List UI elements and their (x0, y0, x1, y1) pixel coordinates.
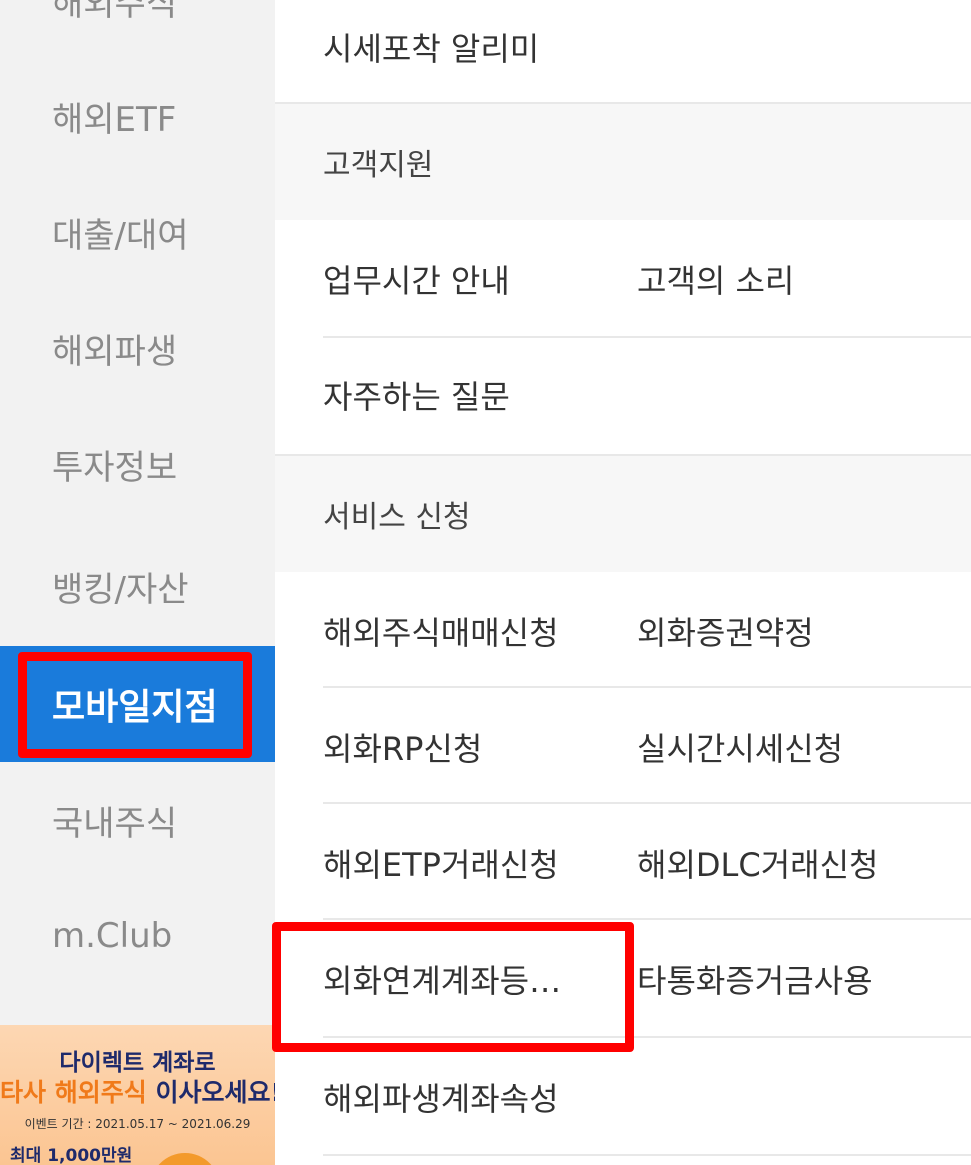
banner-prize: 최대 1,000만원 (10, 1146, 133, 1165)
sidebar-item-overseas-derivatives[interactable]: 해외파생 (0, 290, 275, 406)
sidebar-item-overseas-etf[interactable]: 해외ETF (0, 58, 275, 174)
menu-panel: 시세포착 알리미 고객지원 업무시간 안내 고객의 소리 자주하는 질문 서비스… (275, 0, 971, 1165)
banner-subheadline: 타사 해외주식 이사오세요! (0, 1073, 275, 1109)
menu-row: 해외파생계좌속성 (275, 1038, 971, 1154)
menu-item-overseas-dlc[interactable]: 해외DLC거래신청 (637, 840, 878, 886)
sidebar-item-label: 투자정보 (52, 447, 178, 488)
menu-row: 외화RP신청 실시간시세신청 (275, 688, 971, 804)
banner-headline: 다이렉트 계좌로 (59, 1050, 216, 1076)
banner-highlight: 타사 해외주식 (0, 1078, 147, 1107)
sidebar-item-loan-lending[interactable]: 대출/대여 (0, 174, 275, 290)
menu-row: 해외주식매매신청 외화증권약정 (275, 572, 971, 688)
sidebar-item-overseas-stocks[interactable]: 해외주식 (0, 0, 275, 58)
banner-cta-text: 이사오세요! (155, 1078, 275, 1107)
menu-item-fx-rp[interactable]: 외화RP신청 (323, 724, 482, 770)
coin-icon (150, 1153, 220, 1165)
menu-item-price-alert[interactable]: 시세포착 알리미 (323, 24, 539, 70)
sidebar-item-label: 해외ETF (52, 99, 177, 140)
section-title: 서비스 신청 (323, 500, 471, 535)
section-header-support: 고객지원 (275, 104, 971, 220)
menu-row: 업무시간 안내 고객의 소리 (275, 220, 971, 336)
menu-item-other-currency-margin[interactable]: 타통화증거금사용 (637, 956, 873, 1002)
promo-banner[interactable]: 다이렉트 계좌로 타사 해외주식 이사오세요! 이벤트 기간 : 2021.05… (0, 1025, 275, 1165)
sidebar-item-label: 해외파생 (52, 331, 178, 372)
section-header-service: 서비스 신청 (275, 456, 971, 572)
sidebar-item-banking-assets[interactable]: 뱅킹/자산 (0, 528, 275, 644)
menu-item-overseas-stock-trading[interactable]: 해외주식매매신청 (323, 608, 559, 654)
menu-row: 외화연계계좌등… 타통화증거금사용 (275, 920, 971, 1036)
sidebar-item-mclub[interactable]: m.Club (0, 878, 275, 994)
divider (323, 1154, 971, 1156)
banner-period: 이벤트 기간 : 2021.05.17 ~ 2021.06.29 (24, 1117, 251, 1131)
menu-item-business-hours[interactable]: 업무시간 안내 (323, 256, 510, 302)
sidebar: 해외주식 해외ETF 대출/대여 해외파생 투자정보 뱅킹/자산 모바일지점 국… (0, 0, 275, 1165)
section-title: 고객지원 (323, 148, 434, 183)
sidebar-item-label: 모바일지점 (52, 687, 218, 728)
menu-item-customer-voice[interactable]: 고객의 소리 (637, 256, 794, 302)
sidebar-item-label: 대출/대여 (52, 215, 189, 256)
menu-item-realtime-quotes[interactable]: 실시간시세신청 (637, 724, 843, 770)
sidebar-item-investment-info[interactable]: 투자정보 (0, 406, 275, 522)
sidebar-item-domestic-stocks[interactable]: 국내주식 (0, 762, 275, 878)
menu-item-faq[interactable]: 자주하는 질문 (323, 372, 510, 418)
menu-item-derivatives-account-attributes[interactable]: 해외파생계좌속성 (323, 1074, 559, 1120)
menu-row: 시세포착 알리미 (275, 0, 971, 102)
sidebar-item-label: m.Club (52, 916, 173, 956)
sidebar-item-label: 뱅킹/자산 (52, 569, 189, 610)
sidebar-item-label: 해외주식 (52, 0, 178, 24)
sidebar-item-label: 국내주식 (52, 803, 178, 844)
menu-item-overseas-etp[interactable]: 해외ETP거래신청 (323, 840, 559, 886)
menu-row: 해외ETP거래신청 해외DLC거래신청 (275, 804, 971, 920)
menu-item-fx-linked-account[interactable]: 외화연계계좌등… (323, 956, 561, 1002)
menu-item-fx-securities-agreement[interactable]: 외화증권약정 (637, 608, 814, 654)
sidebar-item-mobile-branch[interactable]: 모바일지점 (0, 646, 275, 762)
menu-row: 자주하는 질문 (275, 338, 971, 454)
